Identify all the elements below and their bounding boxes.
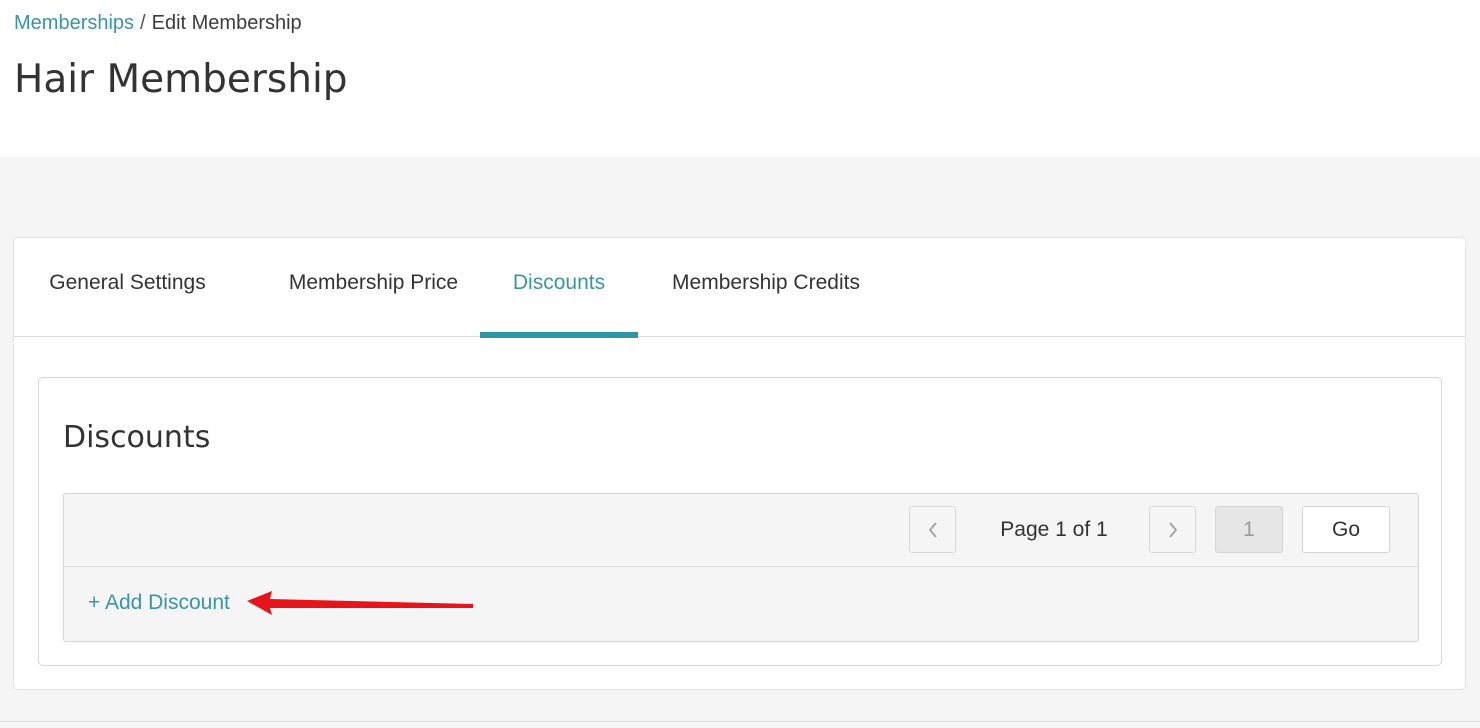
pager-bar: Page 1 of 1 Go [64,494,1418,567]
add-discount-link[interactable]: + Add Discount [88,591,230,615]
breadcrumb-current: Edit Membership [151,12,302,34]
tab-membership-credits[interactable]: Membership Credits [638,238,894,337]
discounts-panel: Discounts Page 1 of 1 Go + Add Discount [38,377,1442,666]
pager-next-button[interactable] [1149,506,1196,553]
arrow-shape [247,591,473,615]
page-header: Memberships / Edit Membership Hair Members… [0,0,1480,157]
tab-membership-price[interactable]: Membership Price [241,238,506,337]
tab-general-settings[interactable]: General Settings [14,238,241,337]
discounts-title: Discounts [63,420,211,455]
tab-discounts[interactable]: Discounts [480,238,638,338]
pager-prev-button[interactable] [909,506,956,553]
discounts-list: Page 1 of 1 Go + Add Discount [63,493,1419,642]
breadcrumb-separator: / [140,12,146,34]
breadcrumb-memberships-link[interactable]: Memberships [14,12,134,34]
chevron-left-icon [928,522,937,538]
breadcrumb: Memberships / Edit Membership [14,11,302,35]
divider [0,721,1480,722]
chevron-right-icon [1168,522,1177,538]
go-button[interactable]: Go [1302,506,1390,553]
page-number-input[interactable] [1215,506,1283,553]
annotation-arrow [247,591,473,615]
page-title: Hair Membership [14,57,348,102]
pager-label: Page 1 of 1 [1000,518,1108,541]
membership-card: General Settings Membership Price Discou… [13,237,1466,690]
tab-bar: General Settings Membership Price Discou… [14,238,1465,338]
